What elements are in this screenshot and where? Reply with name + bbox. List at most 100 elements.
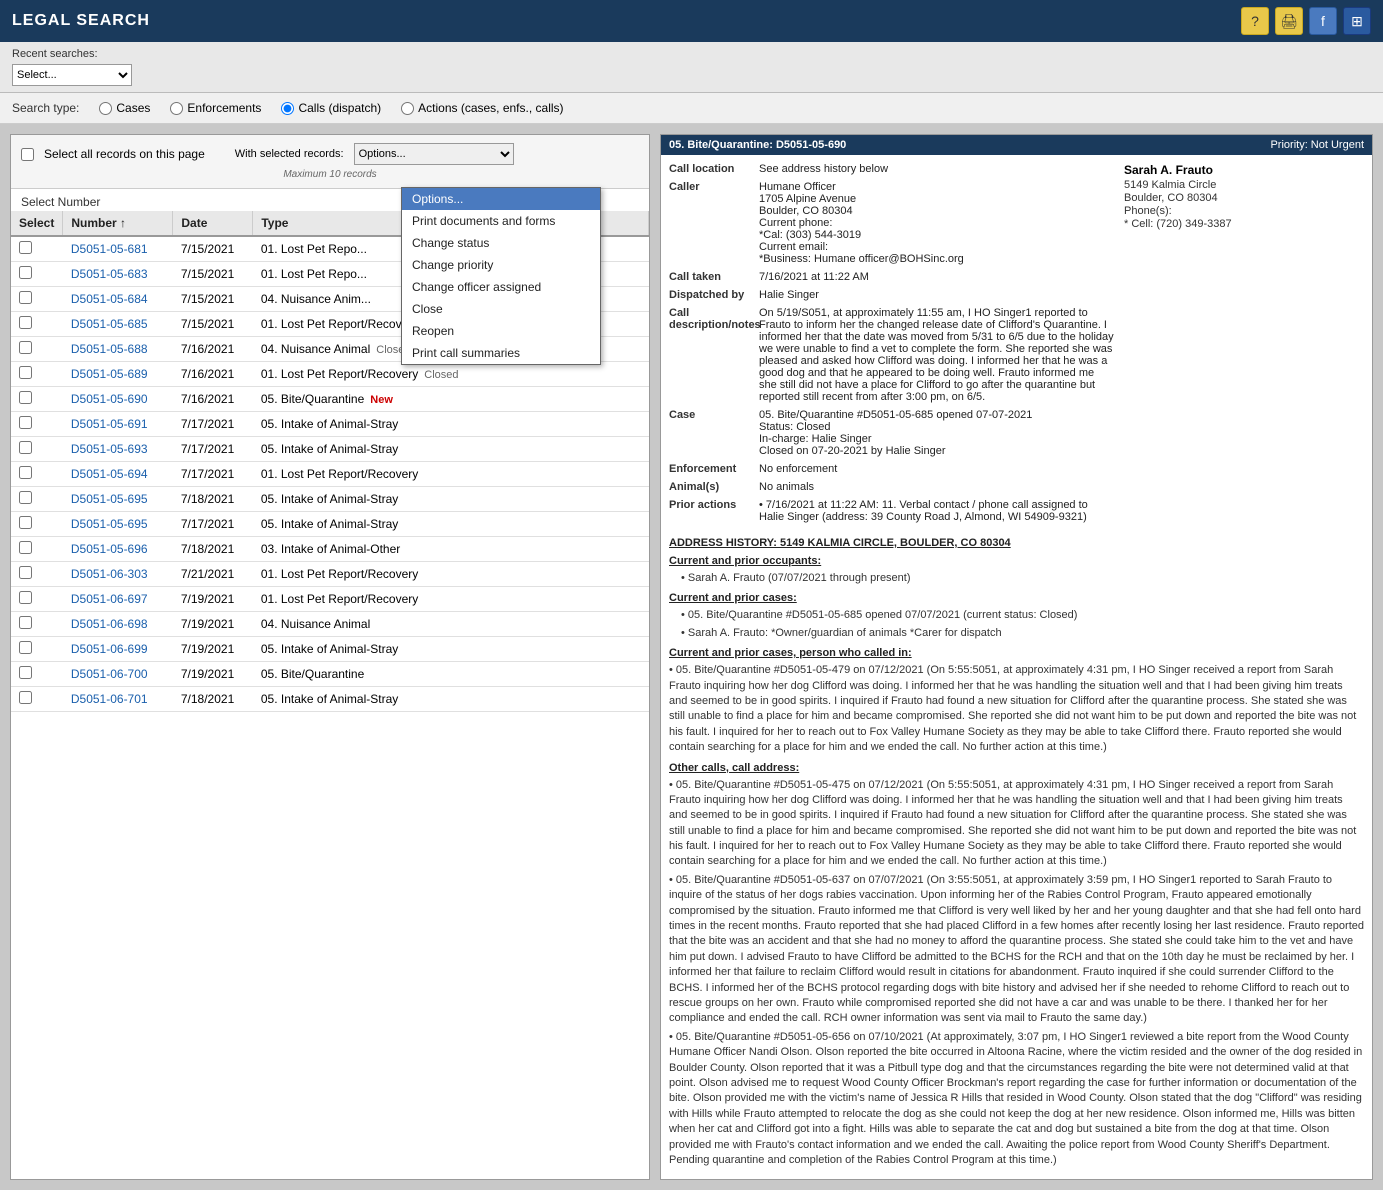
dropdown-item-options[interactable]: Options...: [402, 188, 600, 210]
col-number[interactable]: Number ↑: [63, 211, 173, 236]
row-checkbox-15[interactable]: [19, 616, 32, 629]
select-all-checkbox[interactable]: [21, 148, 34, 161]
animals-row: Animal(s) No animals: [669, 481, 1114, 493]
search-type-actions[interactable]: Actions (cases, enfs., calls): [401, 101, 563, 115]
table-row: D5051-05-6957/18/202105. Intake of Anima…: [11, 487, 649, 512]
dropdown-item-change-officer[interactable]: Change officer assigned: [402, 276, 600, 298]
table-row: D5051-06-6977/19/202101. Lost Pet Report…: [11, 587, 649, 612]
record-link-17[interactable]: D5051-06-700: [71, 667, 148, 681]
record-link-13[interactable]: D5051-06-303: [71, 567, 148, 581]
animals-label: Animal(s): [669, 481, 759, 493]
row-checkbox-5[interactable]: [19, 366, 32, 379]
record-link-15[interactable]: D5051-06-698: [71, 617, 148, 631]
row-checkbox-7[interactable]: [19, 416, 32, 429]
record-link-7[interactable]: D5051-05-691: [71, 417, 148, 431]
call-taken-row: Call taken 7/16/2021 at 11:22 AM: [669, 271, 1114, 283]
other-calls-title: Other calls, call address:: [669, 762, 1364, 774]
table-toolbar: Select all records on this page With sel…: [11, 135, 649, 189]
record-link-12[interactable]: D5051-05-696: [71, 542, 148, 556]
row-checkbox-10[interactable]: [19, 491, 32, 504]
record-link-2[interactable]: D5051-05-684: [71, 292, 148, 306]
record-link-14[interactable]: D5051-06-697: [71, 592, 148, 606]
record-link-18[interactable]: D5051-06-701: [71, 692, 148, 706]
status-badge-5: Closed: [418, 368, 464, 382]
grid-icon[interactable]: ⊞: [1343, 7, 1371, 35]
row-checkbox-17[interactable]: [19, 666, 32, 679]
row-checkbox-8[interactable]: [19, 441, 32, 454]
row-date-0: 7/15/2021: [173, 236, 253, 262]
row-date-6: 7/16/2021: [173, 387, 253, 412]
record-link-9[interactable]: D5051-05-694: [71, 467, 148, 481]
radio-actions[interactable]: [401, 102, 414, 115]
row-checkbox-3[interactable]: [19, 316, 32, 329]
record-link-0[interactable]: D5051-05-681: [71, 242, 148, 256]
record-link-11[interactable]: D5051-05-695: [71, 517, 148, 531]
record-link-6[interactable]: D5051-05-690: [71, 392, 148, 406]
row-checkbox-1[interactable]: [19, 266, 32, 279]
officer-address: 5149 Kalmia Circle: [1124, 179, 1364, 191]
row-checkbox-9[interactable]: [19, 466, 32, 479]
search-type-row: Search type: Cases Enforcements Calls (d…: [0, 93, 1383, 124]
with-selected-dropdown[interactable]: Options...: [354, 143, 514, 165]
recent-searches-label: Recent searches:: [12, 48, 1371, 60]
row-date-12: 7/18/2021: [173, 537, 253, 562]
table-row: D5051-06-7017/18/202105. Intake of Anima…: [11, 687, 649, 712]
table-row: D5051-06-6997/19/202105. Intake of Anima…: [11, 637, 649, 662]
current-occupants-title: Current and prior occupants:: [669, 555, 1364, 567]
prior-actions-label: Prior actions: [669, 499, 759, 523]
dropdown-item-change-status[interactable]: Change status: [402, 232, 600, 254]
table-row: D5051-05-6957/17/202105. Intake of Anima…: [11, 512, 649, 537]
case-item-1: Sarah A. Frauto: *Owner/guardian of anim…: [681, 626, 1364, 641]
call-desc-row: Call description/notes On 5/19/S051, at …: [669, 307, 1114, 403]
col-date[interactable]: Date: [173, 211, 253, 236]
main-content: Select all records on this page With sel…: [0, 124, 1383, 1190]
dropdown-item-print-summaries[interactable]: Print call summaries: [402, 342, 600, 364]
radio-cases[interactable]: [99, 102, 112, 115]
print-icon[interactable]: 🖨: [1275, 7, 1303, 35]
row-checkbox-14[interactable]: [19, 591, 32, 604]
record-link-10[interactable]: D5051-05-695: [71, 492, 148, 506]
dropdown-item-reopen[interactable]: Reopen: [402, 320, 600, 342]
search-type-cases[interactable]: Cases: [99, 101, 150, 115]
dropdown-item-close[interactable]: Close: [402, 298, 600, 320]
record-link-3[interactable]: D5051-05-685: [71, 317, 148, 331]
record-link-8[interactable]: D5051-05-693: [71, 442, 148, 456]
row-checkbox-18[interactable]: [19, 691, 32, 704]
radio-calls[interactable]: [281, 102, 294, 115]
officer-name: Sarah A. Frauto: [1124, 163, 1364, 177]
search-type-enforcements[interactable]: Enforcements: [170, 101, 261, 115]
right-panel: 05. Bite/Quarantine: D5051-05-690 Priori…: [660, 134, 1373, 1180]
row-date-14: 7/19/2021: [173, 587, 253, 612]
table-row: D5051-06-7007/19/202105. Bite/Quarantine: [11, 662, 649, 687]
row-checkbox-11[interactable]: [19, 516, 32, 529]
search-type-calls[interactable]: Calls (dispatch): [281, 101, 381, 115]
case-label: Case: [669, 409, 759, 457]
table-row: D5051-05-6897/16/202101. Lost Pet Report…: [11, 362, 649, 387]
recent-searches-select[interactable]: Select...: [12, 64, 132, 86]
help-icon[interactable]: ?: [1241, 7, 1269, 35]
table-row: D5051-05-6907/16/202105. Bite/Quarantine…: [11, 387, 649, 412]
table-row: D5051-05-6967/18/202103. Intake of Anima…: [11, 537, 649, 562]
row-date-2: 7/15/2021: [173, 287, 253, 312]
row-checkbox-16[interactable]: [19, 641, 32, 654]
row-checkbox-12[interactable]: [19, 541, 32, 554]
row-checkbox-2[interactable]: [19, 291, 32, 304]
call-location-value: See address history below: [759, 163, 1114, 175]
radio-enforcements[interactable]: [170, 102, 183, 115]
row-checkbox-13[interactable]: [19, 566, 32, 579]
record-link-5[interactable]: D5051-05-689: [71, 367, 148, 381]
facebook-icon[interactable]: f: [1309, 7, 1337, 35]
record-link-16[interactable]: D5051-06-699: [71, 642, 148, 656]
record-link-1[interactable]: D5051-05-683: [71, 267, 148, 281]
caller-label: Caller: [669, 181, 759, 265]
dropdown-item-print[interactable]: Print documents and forms: [402, 210, 600, 232]
row-checkbox-0[interactable]: [19, 241, 32, 254]
dropdown-menu: Options... Print documents and forms Cha…: [401, 187, 601, 365]
dropdown-item-change-priority[interactable]: Change priority: [402, 254, 600, 276]
record-link-4[interactable]: D5051-05-688: [71, 342, 148, 356]
call-location-label: Call location: [669, 163, 759, 175]
select-all-row: Select all records on this page With sel…: [21, 143, 639, 165]
row-checkbox-6[interactable]: [19, 391, 32, 404]
row-checkbox-4[interactable]: [19, 341, 32, 354]
col-select[interactable]: Select: [11, 211, 63, 236]
